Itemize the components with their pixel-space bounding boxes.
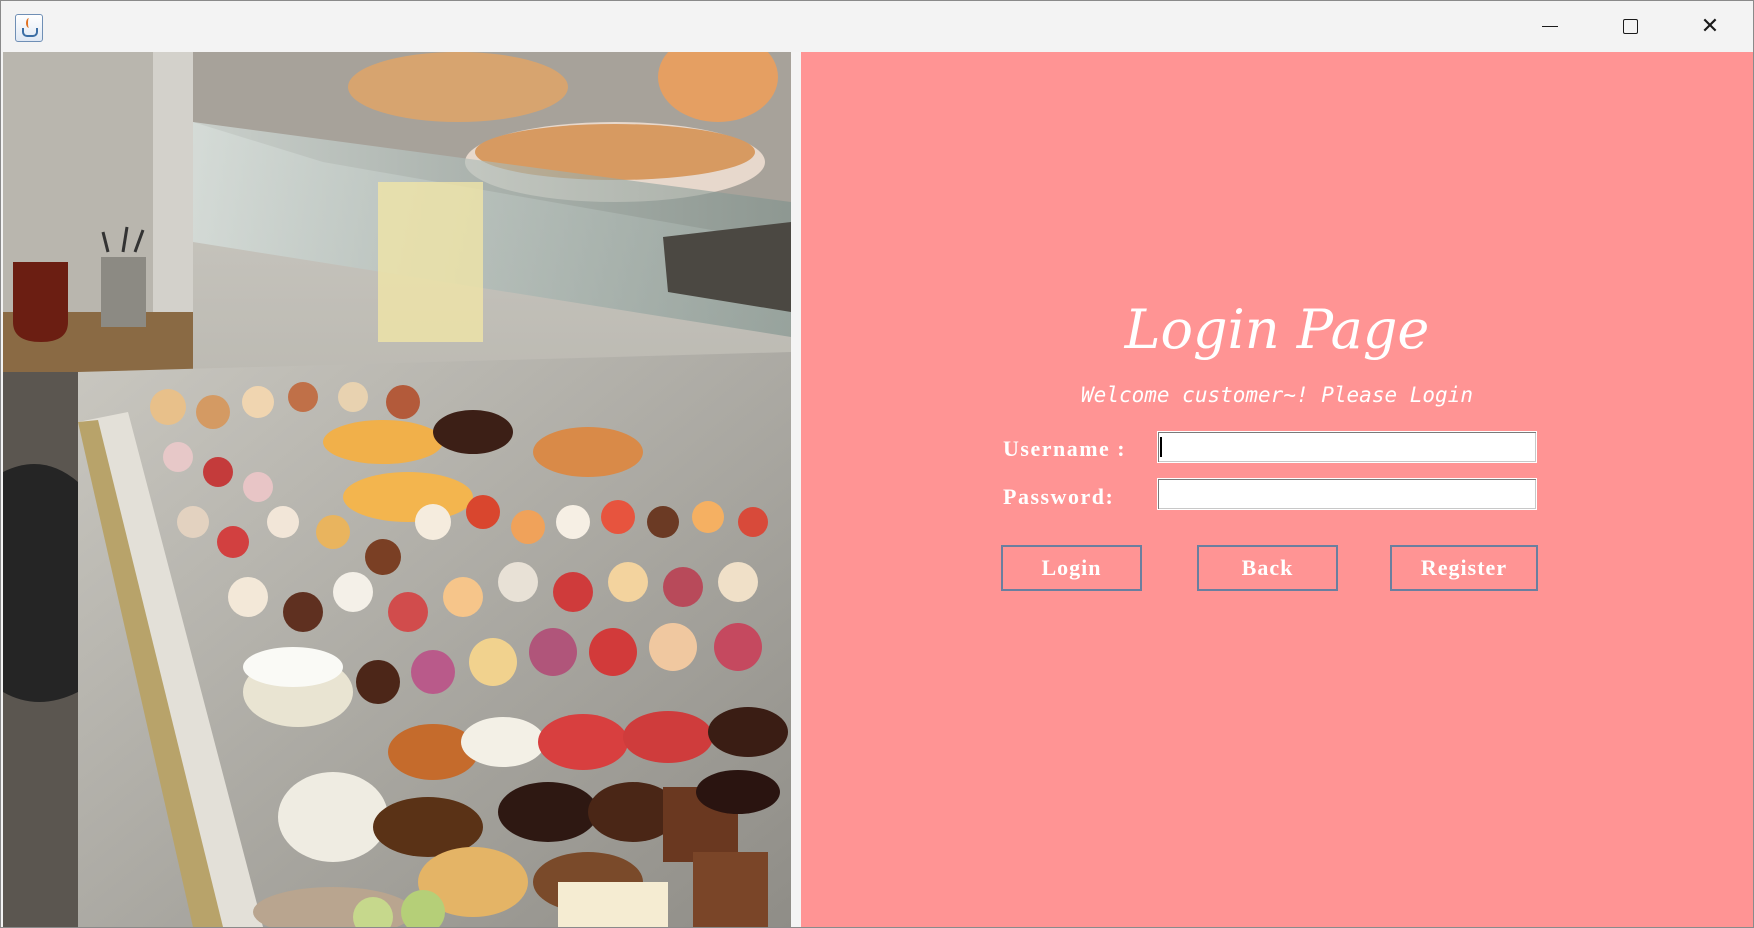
welcome-message: Welcome customer~! Please Login <box>1081 383 1473 407</box>
login-panel: Login Page Welcome customer~! Please Log… <box>801 52 1753 927</box>
java-steam-icon-part <box>26 18 32 28</box>
java-cup-icon[interactable] <box>15 14 43 42</box>
close-button[interactable]: ✕ <box>1671 1 1749 52</box>
username-label: Username : <box>1003 436 1127 461</box>
password-label: Password: <box>1003 484 1115 509</box>
page-title: Login Page <box>1124 298 1430 361</box>
java-cup-icon-part <box>22 28 38 37</box>
maximize-button[interactable] <box>1591 1 1669 52</box>
window-content: Login Page Welcome customer~! Please Log… <box>1 52 1753 927</box>
text-caret <box>1160 437 1162 457</box>
username-field[interactable] <box>1157 431 1537 463</box>
register-button[interactable]: Register <box>1390 545 1538 591</box>
password-field[interactable] <box>1157 478 1537 510</box>
back-button[interactable]: Back <box>1197 545 1338 591</box>
close-icon: ✕ <box>1700 13 1720 39</box>
minimize-icon <box>1542 25 1558 28</box>
login-button[interactable]: Login <box>1001 545 1142 591</box>
pastry-display-photo <box>3 52 791 927</box>
app-window: ✕ Login Page Welcome customer~! Please L… <box>0 0 1754 928</box>
pastry-photo-illustration <box>3 52 791 927</box>
maximize-icon <box>1622 19 1638 34</box>
title-bar[interactable]: ✕ <box>1 1 1753 52</box>
minimize-button[interactable] <box>1511 1 1589 52</box>
